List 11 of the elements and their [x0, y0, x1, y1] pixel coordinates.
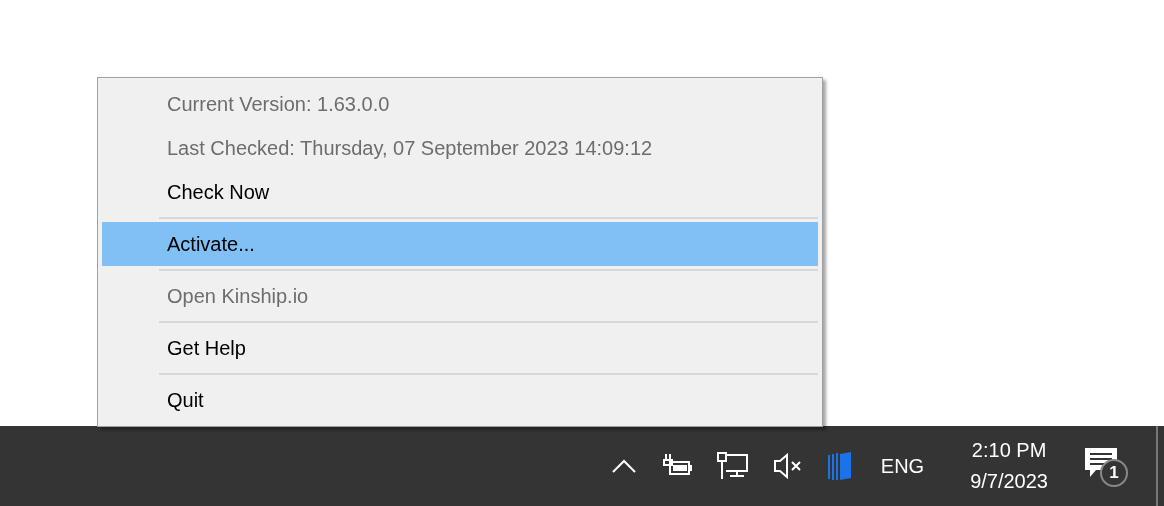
notification-count: 1 — [1100, 459, 1128, 487]
network-computer-icon[interactable] — [716, 452, 749, 480]
menu-item[interactable]: Quit — [102, 378, 818, 422]
language-indicator[interactable]: ENG — [880, 454, 925, 478]
menu-item[interactable]: Check Now — [102, 170, 818, 214]
clock-date[interactable]: 9/7/2023 — [970, 470, 1048, 493]
menu-item[interactable]: Get Help — [102, 326, 818, 370]
speaker-muted-icon[interactable] — [772, 453, 803, 479]
menu-item[interactable]: Activate... — [102, 222, 818, 266]
clock-time[interactable]: 2:10 PM — [971, 439, 1047, 462]
chevron-up-icon[interactable] — [610, 458, 637, 474]
